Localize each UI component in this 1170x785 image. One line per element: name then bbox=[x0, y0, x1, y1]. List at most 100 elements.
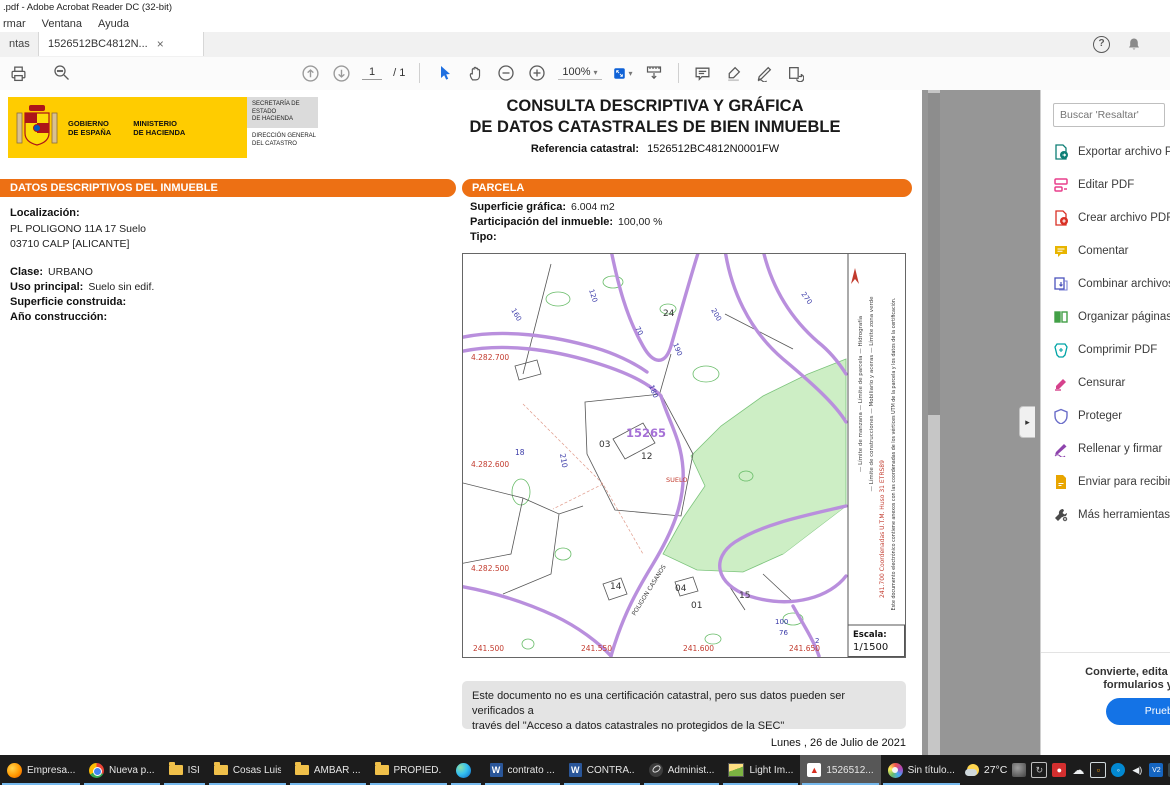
toolbar-divider bbox=[678, 63, 679, 83]
folder-icon bbox=[295, 765, 309, 775]
taskbar-word-contrato[interactable]: contrato ... bbox=[483, 755, 562, 785]
edge-icon bbox=[456, 763, 471, 778]
ministerio-hacienda-label: MINISTERIODE HACIENDA bbox=[133, 119, 185, 137]
fit-page-icon[interactable] bbox=[613, 63, 633, 83]
windows-taskbar: Empresa... Nueva p... ISI Cosas Luis AMB… bbox=[0, 755, 1170, 785]
svg-text:76: 76 bbox=[779, 629, 788, 637]
tool-comprimir-pdf[interactable]: Comprimir PDF bbox=[1053, 340, 1170, 360]
send-sign-icon[interactable] bbox=[786, 63, 806, 83]
close-icon[interactable]: × bbox=[157, 38, 164, 50]
volume-tray-icon[interactable]: ◀) bbox=[1130, 763, 1144, 777]
svg-text:70: 70 bbox=[633, 325, 644, 337]
taskbar-sin-titulo[interactable]: Sin título... bbox=[881, 755, 962, 785]
next-page-icon[interactable] bbox=[331, 63, 351, 83]
organize-pages-icon bbox=[1053, 309, 1069, 325]
svg-text:15: 15 bbox=[739, 591, 750, 601]
v2-tray-icon[interactable]: V2 bbox=[1149, 763, 1163, 777]
chat-tray-icon[interactable]: ◦ bbox=[1111, 763, 1125, 777]
display-tray-icon[interactable]: ▫ bbox=[1090, 762, 1106, 778]
update-tray-icon[interactable]: ↻ bbox=[1031, 762, 1047, 778]
help-icon[interactable]: ? bbox=[1093, 36, 1110, 53]
cadastral-map: 15265 12 03 24 SUELO 14 04 15 01 18 210 … bbox=[462, 253, 906, 658]
bell-icon[interactable] bbox=[1126, 36, 1142, 58]
svg-text:180: 180 bbox=[647, 384, 659, 399]
chevron-right-icon: ▸ bbox=[1025, 417, 1030, 428]
free-trial-button[interactable]: Prueba gratis bbox=[1106, 698, 1170, 725]
print-icon[interactable] bbox=[8, 63, 28, 83]
tool-organizar-paginas[interactable]: Organizar páginas bbox=[1053, 307, 1170, 327]
taskbar-folder-propied[interactable]: PROPIED... bbox=[368, 755, 449, 785]
scroll-mode-icon[interactable] bbox=[644, 63, 664, 83]
localizacion-label: Localización: bbox=[10, 207, 85, 219]
vertical-scrollbar[interactable] bbox=[928, 90, 940, 755]
acrobat-icon bbox=[807, 763, 821, 777]
parcel-id-label: 15265 bbox=[626, 426, 666, 440]
hand-tool-icon[interactable] bbox=[465, 63, 485, 83]
tool-editar-pdf[interactable]: Editar PDF bbox=[1053, 175, 1170, 195]
taskbar-word-contra[interactable]: CONTRA... bbox=[562, 755, 642, 785]
tool-proteger[interactable]: Proteger bbox=[1053, 406, 1170, 426]
document-title: CONSULTA DESCRIPTIVA Y GRÁFICADE DATOS C… bbox=[450, 96, 860, 138]
tool-comentar[interactable]: Comentar bbox=[1053, 241, 1170, 261]
superficie-grafica-field: Superficie gráfica:6.004 m2 bbox=[470, 201, 615, 213]
section-header-parcela: PARCELA bbox=[462, 179, 912, 197]
zoom-level-dropdown[interactable]: 100% bbox=[558, 66, 601, 80]
svg-text:200: 200 bbox=[709, 307, 723, 323]
tool-enviar-firmas[interactable]: Enviar para recibir bbox=[1053, 472, 1170, 492]
compress-pdf-icon bbox=[1053, 342, 1069, 358]
cloud-tray-icon[interactable]: ☁ bbox=[1071, 763, 1085, 777]
weather-widget[interactable]: 27°C bbox=[962, 755, 1012, 785]
tab-document[interactable]: 1526512BC4812N... × bbox=[38, 32, 204, 56]
north-arrow bbox=[851, 268, 859, 284]
taskbar-firefox[interactable]: Empresa... bbox=[0, 755, 82, 785]
gobierno-espana-label: GOBIERNODE ESPAÑA bbox=[68, 119, 111, 137]
panel-collapse-handle[interactable]: ▸ bbox=[1019, 406, 1035, 438]
svg-text:12: 12 bbox=[641, 452, 652, 462]
menu-item-ventana[interactable]: Ventana bbox=[42, 18, 82, 30]
svg-text:4.282.600: 4.282.600 bbox=[471, 460, 509, 469]
svg-text:4.282.700: 4.282.700 bbox=[471, 353, 509, 362]
taskbar-administ[interactable]: Administ... bbox=[642, 755, 722, 785]
comment-icon[interactable] bbox=[693, 63, 713, 83]
tab-herramientas[interactable]: ntas bbox=[0, 32, 39, 57]
search-icon[interactable] bbox=[52, 63, 72, 83]
svg-text:14: 14 bbox=[610, 582, 622, 592]
taskbar-folder-ambar[interactable]: AMBAR ... bbox=[288, 755, 368, 785]
svg-text:— Límite de construcciones: — Límite de construcciones — Mobiliario … bbox=[868, 296, 875, 492]
tool-mas-herramientas[interactable]: Más herramientas bbox=[1053, 505, 1170, 525]
knob-tray-icon[interactable] bbox=[1012, 763, 1026, 777]
taskbar-chrome[interactable]: Nueva p... bbox=[82, 755, 162, 785]
taskbar-folder-cosas-luis[interactable]: Cosas Luis bbox=[207, 755, 288, 785]
page-number-input[interactable]: 1 bbox=[362, 66, 382, 80]
taskbar-folder-isi[interactable]: ISI bbox=[162, 755, 207, 785]
tool-crear-pdf[interactable]: Crear archivo PDF bbox=[1053, 208, 1170, 228]
highlight-icon[interactable] bbox=[724, 63, 744, 83]
referencia-catastral: Referencia catastral:1526512BC4812N0001F… bbox=[450, 143, 860, 155]
tool-combinar-archivos[interactable]: Combinar archivos bbox=[1053, 274, 1170, 294]
chrome-icon bbox=[89, 763, 104, 778]
taskbar-edge[interactable] bbox=[449, 755, 483, 785]
tool-rellenar-firmar[interactable]: Rellenar y firmar bbox=[1053, 439, 1170, 459]
zoom-out-icon[interactable] bbox=[496, 63, 516, 83]
record-tray-icon[interactable]: ● bbox=[1052, 763, 1066, 777]
scrollbar-thumb[interactable] bbox=[928, 93, 940, 415]
tool-censurar[interactable]: Censurar bbox=[1053, 373, 1170, 393]
pdf-page: GOBIERNODE ESPAÑA MINISTERIODE HACIENDA … bbox=[0, 90, 922, 755]
menu-item-ayuda[interactable]: Ayuda bbox=[98, 18, 129, 30]
previous-page-icon[interactable] bbox=[300, 63, 320, 83]
taskbar-acrobat-active[interactable]: 1526512... bbox=[800, 755, 880, 785]
auxiliary-lines bbox=[523, 404, 643, 554]
fill-sign-icon[interactable] bbox=[755, 63, 775, 83]
document-date: Lunes , 26 de Julio de 2021 bbox=[600, 737, 906, 749]
taskbar-light-image[interactable]: Light Im... bbox=[721, 755, 800, 785]
menu-item-firmar[interactable]: rmar bbox=[3, 18, 26, 30]
tool-exportar-pdf[interactable]: Exportar archivo PDF bbox=[1053, 142, 1170, 162]
window-title: .pdf - Adobe Acrobat Reader DC (32-bit) bbox=[0, 0, 1170, 15]
zoom-in-icon[interactable] bbox=[527, 63, 547, 83]
select-tool-icon[interactable] bbox=[434, 63, 454, 83]
localizacion-line2: 03710 CALP [ALICANTE] bbox=[10, 238, 129, 250]
search-tools-input[interactable] bbox=[1053, 103, 1165, 127]
utm-note: 241.700 Coordenadas U.T.M. Huso 31 ETRS8… bbox=[879, 460, 886, 598]
secretaria-estado-label: SECRETARÍA DE ESTADODE HACIENDA bbox=[247, 97, 318, 128]
firefox-icon bbox=[7, 763, 22, 778]
